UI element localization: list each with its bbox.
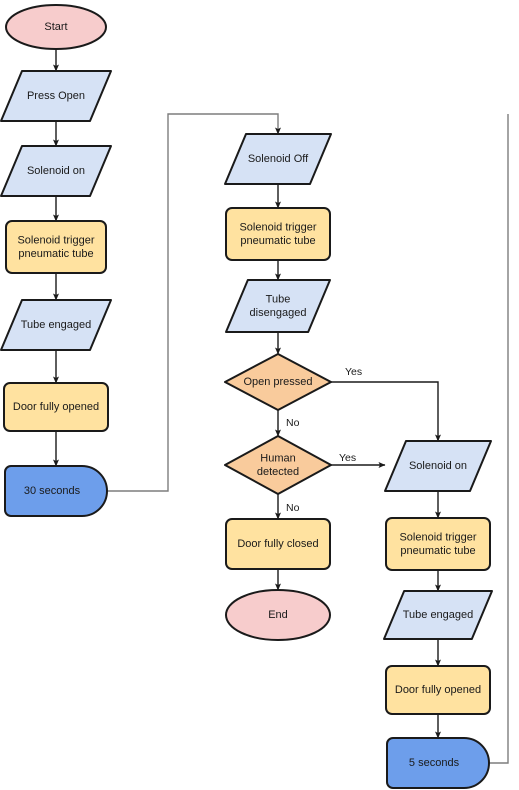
node-shape-delay (386, 737, 490, 789)
edge-path (331, 381, 442, 442)
node-door_open_2[interactable]: Door fully opened (385, 665, 491, 715)
node-shape-process (225, 207, 331, 261)
node-shape-io (224, 133, 332, 185)
edge-e-human-yes: Yes (331, 452, 386, 468)
node-wait30[interactable]: 30 seconds (4, 465, 108, 517)
node-shape-io (0, 145, 112, 197)
node-shape-process (5, 220, 107, 274)
node-shape-process (385, 665, 491, 715)
node-door_open_1[interactable]: Door fully opened (3, 382, 109, 432)
node-shape-io (383, 590, 493, 640)
nodes-layer: Start Press Open Solenoid on Solenoid trigg… (0, 4, 493, 789)
node-shape-io (384, 440, 492, 492)
node-shape-delay (4, 465, 108, 517)
node-shape-terminator (5, 4, 107, 50)
node-sol_off[interactable]: Solenoid Off (224, 133, 332, 185)
node-sol_trig_3[interactable]: Solenoid trigger pneumatic tube (385, 517, 491, 571)
node-tube_dis[interactable]: Tube disengaged (225, 279, 331, 333)
node-shape-process (225, 518, 331, 570)
node-shape-process (385, 517, 491, 571)
node-start[interactable]: Start (5, 4, 107, 50)
node-end[interactable]: End (225, 589, 331, 641)
node-shape-process (3, 382, 109, 432)
node-wait5[interactable]: 5 seconds (386, 737, 490, 789)
node-tube_eng_2[interactable]: Tube engaged (383, 590, 493, 640)
node-open_pressed[interactable]: Open pressed (224, 353, 332, 411)
node-sol_trig_2[interactable]: Solenoid trigger pneumatic tube (225, 207, 331, 261)
node-shape-io (0, 70, 112, 122)
node-sol_on_2[interactable]: Solenoid on (384, 440, 492, 492)
edge-e-open-no: No (275, 410, 300, 437)
node-tube_eng_1[interactable]: Tube engaged (0, 299, 112, 351)
edge-e-wait5-soloff (489, 114, 509, 764)
node-press_open[interactable]: Press Open (0, 70, 112, 122)
edge-label: Yes (339, 452, 356, 464)
node-shape-decision (224, 353, 332, 411)
edge-label: Yes (345, 366, 362, 378)
edge-e-human-no: No (275, 494, 300, 520)
node-door_closed[interactable]: Door fully closed (225, 518, 331, 570)
node-sol_trig_1[interactable]: Solenoid trigger pneumatic tube (5, 220, 107, 274)
flowchart-canvas: Yes No Yes No Start Press Open Solenoid on Sol… (0, 0, 519, 790)
node-shape-io (0, 299, 112, 351)
edge-label: No (286, 417, 300, 429)
node-sol_on_1[interactable]: Solenoid on (0, 145, 112, 197)
node-shape-terminator (225, 589, 331, 641)
node-shape-decision (224, 435, 332, 495)
edge-path (489, 114, 509, 764)
flowchart-diagram: Yes No Yes No Start Press Open Solenoid on Sol… (0, 4, 509, 789)
node-human_det[interactable]: Human detected (224, 435, 332, 495)
node-shape-io (225, 279, 331, 333)
edge-e-open-yes: Yes (331, 366, 442, 442)
edge-label: No (286, 502, 300, 514)
